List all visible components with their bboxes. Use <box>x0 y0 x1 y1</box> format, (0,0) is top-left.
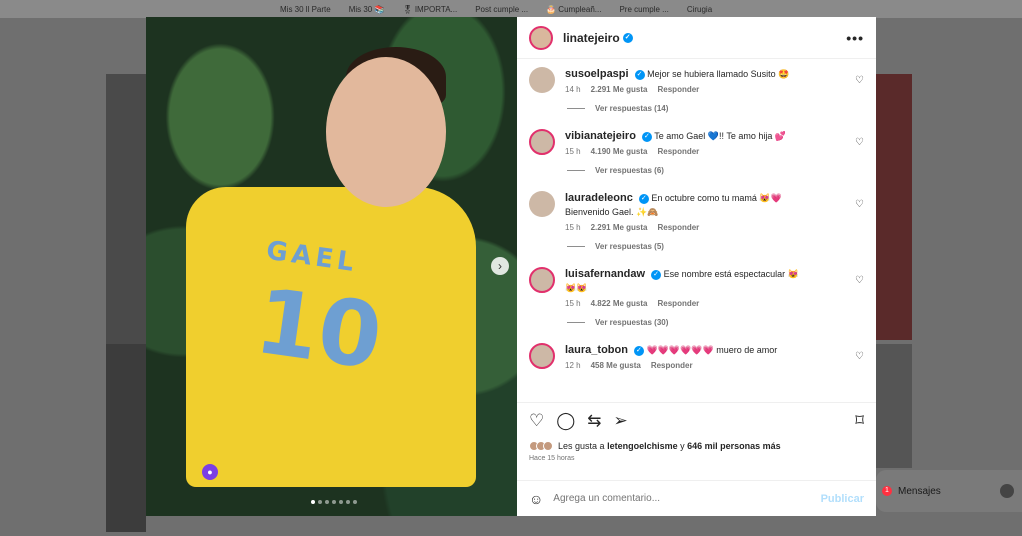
comment-likes[interactable]: 4.822 Me gusta <box>591 299 648 308</box>
bookmark-item[interactable]: Post cumple ... <box>475 5 528 14</box>
like-heart-icon[interactable]: ♡ <box>529 411 544 431</box>
commenter-username[interactable]: laura_tobon <box>565 344 628 356</box>
comment: luisafernandaw ✓ Ese nombre está espectac… <box>517 259 876 308</box>
view-replies-button[interactable]: Ver respuestas (30) <box>567 318 876 327</box>
verified-icon: ✓ <box>634 69 645 80</box>
bookmarks-bar: Mis 30 ll Parte Mis 30 📚 🎖 IMPORTA... Po… <box>0 0 1022 18</box>
author-username[interactable]: linatejeiro ✓ <box>563 31 633 45</box>
commenter-username[interactable]: vibianatejeiro <box>565 130 636 142</box>
heart-icon[interactable]: ♡ <box>855 75 864 86</box>
reply-button[interactable]: Responder <box>658 299 700 308</box>
background-tile <box>106 74 146 344</box>
comments-list[interactable]: susoelpaspi ✓ Mejor se hubiera llamado Su… <box>517 59 876 402</box>
commenter-avatar[interactable] <box>529 129 555 155</box>
messages-avatar <box>1000 484 1014 498</box>
commenter-avatar[interactable] <box>529 267 555 293</box>
comment-likes[interactable]: 458 Me gusta <box>591 361 641 370</box>
commenter-avatar[interactable] <box>529 343 555 369</box>
comment-likes[interactable]: 4.190 Me gusta <box>591 147 648 156</box>
view-replies-button[interactable]: Ver respuestas (5) <box>567 242 876 251</box>
verified-icon: ✓ <box>638 193 649 204</box>
carousel-dot <box>339 500 343 504</box>
post-photo[interactable]: GAEL 10 ● › <box>146 17 517 516</box>
bookmark-item[interactable]: Pre cumple ... <box>619 5 668 14</box>
reply-button[interactable]: Responder <box>658 223 700 232</box>
bookmark-item[interactable]: 🎖 IMPORTA... <box>402 5 457 14</box>
comment: lauradeleonc ✓ En octubre como tu mamá 😻💗… <box>517 183 876 232</box>
commenter-avatar[interactable] <box>529 67 555 93</box>
background-tile <box>876 74 912 340</box>
author-avatar[interactable] <box>529 25 553 50</box>
share-send-icon[interactable]: ➢ <box>614 411 628 431</box>
verified-icon: ✓ <box>641 131 652 142</box>
heart-icon[interactable]: ♡ <box>855 275 864 286</box>
comment-input[interactable] <box>553 493 794 504</box>
jersey-number: 10 <box>249 268 388 391</box>
emoji-icon[interactable]: ☺ <box>529 491 543 507</box>
post-timestamp: Hace 15 horas <box>529 455 575 462</box>
comment-time: 14 h <box>565 85 581 94</box>
comment-text: Mejor se hubiera llamado Susito 🤩 <box>647 69 790 79</box>
messages-button[interactable]: 1 Mensajes <box>876 470 1022 512</box>
heart-icon[interactable]: ♡ <box>855 137 864 148</box>
carousel-dot <box>325 500 329 504</box>
view-replies-button[interactable]: Ver respuestas (6) <box>567 166 876 175</box>
heart-icon[interactable]: ♡ <box>855 199 864 210</box>
carousel-dot <box>346 500 350 504</box>
comment: susoelpaspi ✓ Mejor se hubiera llamado Su… <box>517 59 876 94</box>
comment-text: Te amo Gael 💙!! Te amo hija 💕 <box>654 131 787 141</box>
carousel-dot <box>311 500 315 504</box>
save-bookmark-icon[interactable]: ⌑ <box>855 411 864 431</box>
likes-summary: Les gusta a letengoelchisme y 646 mil pe… <box>529 441 864 451</box>
post-panel: linatejeiro ✓ ••• susoelpaspi ✓ Mejor se h… <box>517 17 876 516</box>
carousel-dot <box>353 500 357 504</box>
background-tile <box>876 344 912 468</box>
commenter-username[interactable]: lauradeleonc <box>565 192 633 204</box>
bookmark-item[interactable]: Mis 30 ll Parte <box>280 5 331 14</box>
verified-icon: ✓ <box>633 345 644 356</box>
tag-icon[interactable]: ● <box>202 464 218 480</box>
comment-text: 💗💗💗💗💗💗 muero de amor <box>646 345 778 355</box>
reply-button[interactable]: Responder <box>658 147 700 156</box>
post-header: linatejeiro ✓ ••• <box>517 17 876 59</box>
likes-count[interactable]: 646 mil personas más <box>687 441 781 451</box>
more-options-icon[interactable]: ••• <box>846 30 864 46</box>
messages-label: Mensajes <box>898 485 941 497</box>
bookmark-item[interactable]: Mis 30 📚 <box>349 5 385 14</box>
repost-icon[interactable]: ⇆ <box>587 411 601 431</box>
bookmark-item[interactable]: 🎂 Cumpleañ... <box>546 5 601 14</box>
reply-button[interactable]: Responder <box>651 361 693 370</box>
comment-likes[interactable]: 2.291 Me gusta <box>591 223 648 232</box>
verified-icon: ✓ <box>651 269 662 280</box>
liker-avatar <box>543 441 553 451</box>
comment-time: 15 h <box>565 147 581 156</box>
add-comment-bar: ☺ Publicar <box>517 480 876 516</box>
view-replies-button[interactable]: Ver respuestas (14) <box>567 104 876 113</box>
commenter-avatar[interactable] <box>529 191 555 217</box>
carousel-dot <box>332 500 336 504</box>
comment-likes[interactable]: 2.291 Me gusta <box>591 85 648 94</box>
comment-time: 12 h <box>565 361 581 370</box>
comment-bubble-icon[interactable]: ◯ <box>556 411 575 431</box>
publish-button[interactable]: Publicar <box>821 493 864 505</box>
comment: vibianatejeiro ✓ Te amo Gael 💙!! Te amo h… <box>517 121 876 156</box>
face <box>326 57 446 207</box>
carousel-dot <box>318 500 322 504</box>
verified-icon: ✓ <box>622 33 633 44</box>
post-actions: ♡ ◯ ⇆ ➢ ⌑ Les gusta a letengoelchisme y … <box>517 402 876 484</box>
messages-badge: 1 <box>882 486 892 496</box>
carousel-dots <box>311 500 357 504</box>
bookmark-item[interactable]: Cirugia <box>687 5 712 14</box>
comment-time: 15 h <box>565 299 581 308</box>
comment: laura_tobon ✓ 💗💗💗💗💗💗 muero de amor 12 h 45… <box>517 335 876 370</box>
background-tile <box>106 344 146 532</box>
commenter-username[interactable]: susoelpaspi <box>565 68 629 80</box>
reply-button[interactable]: Responder <box>658 85 700 94</box>
next-arrow-icon[interactable]: › <box>491 257 509 275</box>
heart-icon[interactable]: ♡ <box>855 351 864 362</box>
commenter-username[interactable]: luisafernandaw <box>565 268 645 280</box>
comment-time: 15 h <box>565 223 581 232</box>
liker-username[interactable]: letengoelchisme <box>607 441 678 451</box>
